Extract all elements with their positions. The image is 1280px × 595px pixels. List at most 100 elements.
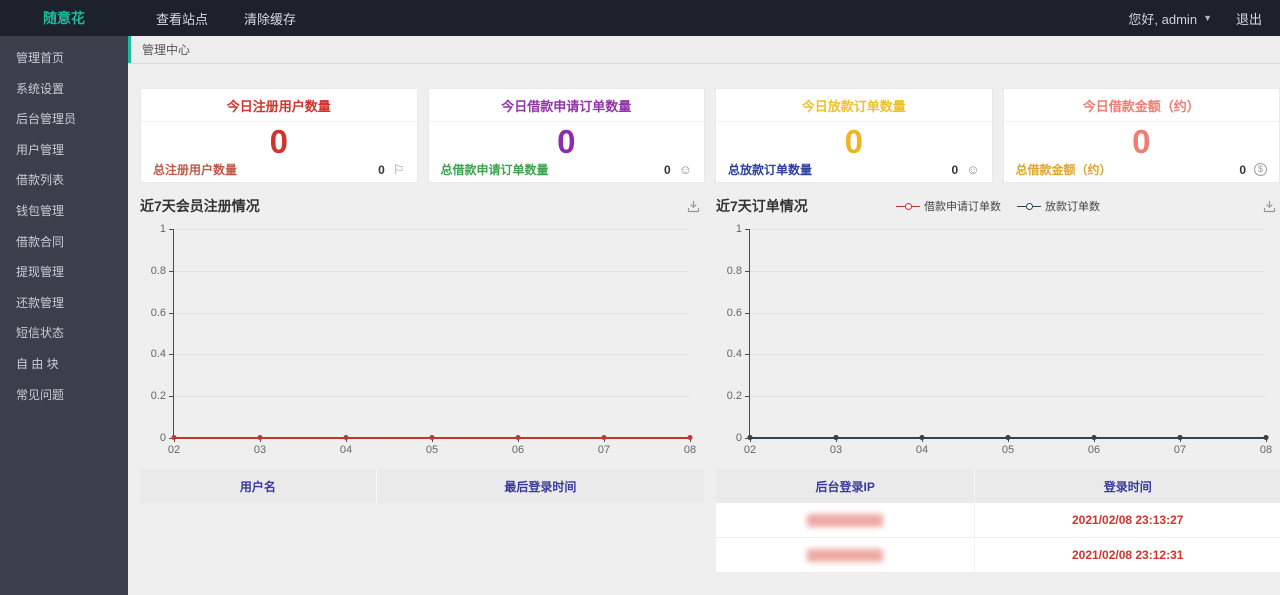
y-axis-label: 0 bbox=[159, 432, 166, 444]
y-axis-label: 0 bbox=[735, 432, 742, 444]
logout-button[interactable]: 退出 bbox=[1236, 9, 1262, 28]
x-axis-label: 04 bbox=[915, 444, 929, 456]
menu-clear-cache[interactable]: 清除缓存 bbox=[244, 9, 296, 28]
sidebar-item-free-block[interactable]: 自 由 块 bbox=[0, 349, 128, 380]
table-header-row: 后台登录IP 登录时间 bbox=[716, 469, 1280, 503]
sidebar-item-loan-list[interactable]: 借款列表 bbox=[0, 165, 128, 196]
chart-panel-1: 近7天会员注册情况 1 0.8 0.6 0.4 0.2 0 02 03 04 05 06 07 08 bbox=[140, 191, 704, 456]
sidebar-item-loan-contract[interactable]: 借款合同 bbox=[0, 227, 128, 258]
legend-circle bbox=[904, 202, 912, 210]
user-dropdown[interactable]: 您好, admin ▼ bbox=[1128, 9, 1212, 28]
y-axis-label: 0.4 bbox=[150, 348, 166, 361]
stat-cards-row: 今日注册用户数量 0 总注册用户数量 0 ⚐ 今日借款申请订单数量 0 总借款申请订单数量 0 ☺… bbox=[140, 88, 1280, 183]
stat-card-3: 今日放款订单数量 0 总放款订单数量 0 ☺ bbox=[715, 88, 993, 183]
y-axis-tick bbox=[745, 396, 750, 398]
table-panel-2: 后台登录IP 登录时间 2021/02/08 23:13:27 2021/02/08 … bbox=[716, 469, 1280, 573]
y-axis-label: 0.2 bbox=[150, 390, 166, 403]
card-footer-value-group: 0 ⚐ bbox=[378, 162, 404, 178]
table-header-cell: 用户名 bbox=[140, 469, 377, 503]
sidebar-item-faq[interactable]: 常见问题 bbox=[0, 380, 128, 411]
sidebar-item-admins[interactable]: 后台管理员 bbox=[0, 104, 128, 135]
charts-row: 近7天会员注册情况 1 0.8 0.6 0.4 0.2 0 02 03 04 05 06 07 08 近7天… bbox=[140, 191, 1280, 456]
table-row[interactable]: 2021/02/08 23:13:27 bbox=[716, 503, 1280, 538]
data-point bbox=[601, 435, 607, 440]
sidebar-item-withdraw[interactable]: 提现管理 bbox=[0, 257, 128, 288]
data-point bbox=[429, 435, 435, 440]
chart-panel-2: 近7天订单情况 借款申请订单数 放款订单数 1 0.8 0.6 0.4 0.2 0 02 03 04 0… bbox=[716, 191, 1280, 456]
sidebar-item-wallet[interactable]: 钱包管理 bbox=[0, 196, 128, 227]
legend-item[interactable]: 借款申请订单数 bbox=[896, 198, 1001, 214]
data-point bbox=[1005, 435, 1011, 440]
legend-item[interactable]: 放款订单数 bbox=[1017, 198, 1100, 214]
table-row[interactable]: 2021/02/08 23:12:31 bbox=[716, 538, 1280, 573]
x-axis-label: 06 bbox=[511, 444, 525, 456]
tab-admin-center[interactable]: 管理中心 bbox=[128, 36, 206, 63]
download-icon[interactable] bbox=[1262, 199, 1277, 214]
card-value: 0 bbox=[1132, 123, 1151, 160]
active-tab-indicator bbox=[128, 36, 131, 63]
data-point bbox=[171, 435, 177, 440]
data-point bbox=[919, 435, 925, 440]
card-footer: 总借款金额（约） 0 $ bbox=[1004, 161, 1280, 178]
data-point bbox=[257, 435, 263, 440]
dollar-circle-icon: $ bbox=[1254, 163, 1267, 176]
tab-strip: 管理中心 bbox=[128, 36, 1280, 64]
data-point bbox=[1177, 435, 1183, 440]
download-icon[interactable] bbox=[686, 199, 701, 214]
card-footer-value: 0 bbox=[951, 162, 959, 177]
card-footer: 总放款订单数量 0 ☺ bbox=[716, 161, 992, 178]
topbar-menu: 查看站点 清除缓存 bbox=[156, 9, 296, 28]
y-axis-label: 0.6 bbox=[150, 306, 166, 319]
x-axis-label: 04 bbox=[339, 444, 353, 456]
login-time-value: 2021/02/08 23:12:31 bbox=[1071, 548, 1184, 562]
menu-view-site[interactable]: 查看站点 bbox=[156, 9, 208, 28]
sidebar: 管理首页 系统设置 后台管理员 用户管理 借款列表 钱包管理 借款合同 提现管理 还款管理 短信状… bbox=[0, 36, 128, 595]
card-footer-value: 0 bbox=[1239, 162, 1246, 177]
table-header-cell: 登录时间 bbox=[1103, 479, 1152, 494]
chevron-down-icon: ▼ bbox=[1203, 13, 1212, 23]
x-axis-label: 07 bbox=[1173, 444, 1187, 456]
redacted-ip-value bbox=[807, 548, 884, 562]
card-title: 今日借款金额（约） bbox=[1003, 89, 1279, 122]
plot: 1 0.8 0.6 0.4 0.2 0 02 03 04 05 06 07 08 bbox=[727, 223, 1272, 456]
gridline bbox=[174, 354, 690, 356]
gridline bbox=[750, 354, 1266, 356]
main-content: 管理中心 今日注册用户数量 0 总注册用户数量 0 ⚐ 今日借款申请订单数量 0 总借款申请订… bbox=[128, 36, 1280, 595]
y-axis-tick bbox=[745, 270, 750, 272]
y-axis-label: 0.8 bbox=[150, 264, 166, 277]
y-axis-tick bbox=[745, 229, 750, 230]
data-point bbox=[833, 435, 839, 440]
card-title: 今日借款申请订单数量 bbox=[428, 89, 704, 122]
tab-label: 管理中心 bbox=[142, 43, 191, 57]
y-axis-tick bbox=[169, 270, 174, 272]
x-axis-label: 05 bbox=[1001, 444, 1015, 456]
plot: 1 0.8 0.6 0.4 0.2 0 02 03 04 05 06 07 08 bbox=[151, 223, 696, 456]
sidebar-item-system-settings[interactable]: 系统设置 bbox=[0, 74, 128, 105]
topbar: 随意花 查看站点 清除缓存 您好, admin ▼ 退出 bbox=[0, 0, 1280, 36]
stat-card-1: 今日注册用户数量 0 总注册用户数量 0 ⚐ bbox=[140, 88, 418, 183]
plot-area: 1 0.8 0.6 0.4 0.2 0 02 03 04 05 06 07 08 bbox=[727, 223, 1272, 456]
smiley-icon: ☺ bbox=[966, 162, 980, 177]
sidebar-item-repayment[interactable]: 还款管理 bbox=[0, 288, 128, 319]
card-title: 今日放款订单数量 bbox=[716, 89, 992, 122]
brand-logo[interactable]: 随意花 bbox=[0, 8, 128, 28]
data-point bbox=[687, 435, 693, 440]
card-footer-value: 0 bbox=[664, 162, 671, 177]
sidebar-item-sms-status[interactable]: 短信状态 bbox=[0, 318, 128, 349]
chart-title: 近7天订单情况 bbox=[716, 198, 808, 214]
data-point bbox=[747, 435, 753, 440]
y-axis-label: 0.2 bbox=[726, 390, 742, 403]
y-axis-tick bbox=[745, 312, 750, 314]
legend-line-circle-icon bbox=[1017, 202, 1041, 210]
card-title: 今日注册用户数量 bbox=[141, 89, 417, 122]
sidebar-item-home[interactable]: 管理首页 bbox=[0, 43, 128, 74]
x-axis-label: 02 bbox=[743, 444, 757, 456]
card-footer: 总注册用户数量 0 ⚐ bbox=[141, 161, 417, 178]
chart-legend: 借款申请订单数 放款订单数 bbox=[896, 198, 1100, 214]
gridline bbox=[174, 312, 690, 314]
legend-line bbox=[896, 205, 905, 207]
x-axis-label: 03 bbox=[253, 444, 267, 456]
sidebar-item-user-management[interactable]: 用户管理 bbox=[0, 135, 128, 166]
y-axis-tick bbox=[169, 354, 174, 356]
smiley-icon: ☺ bbox=[678, 162, 692, 177]
